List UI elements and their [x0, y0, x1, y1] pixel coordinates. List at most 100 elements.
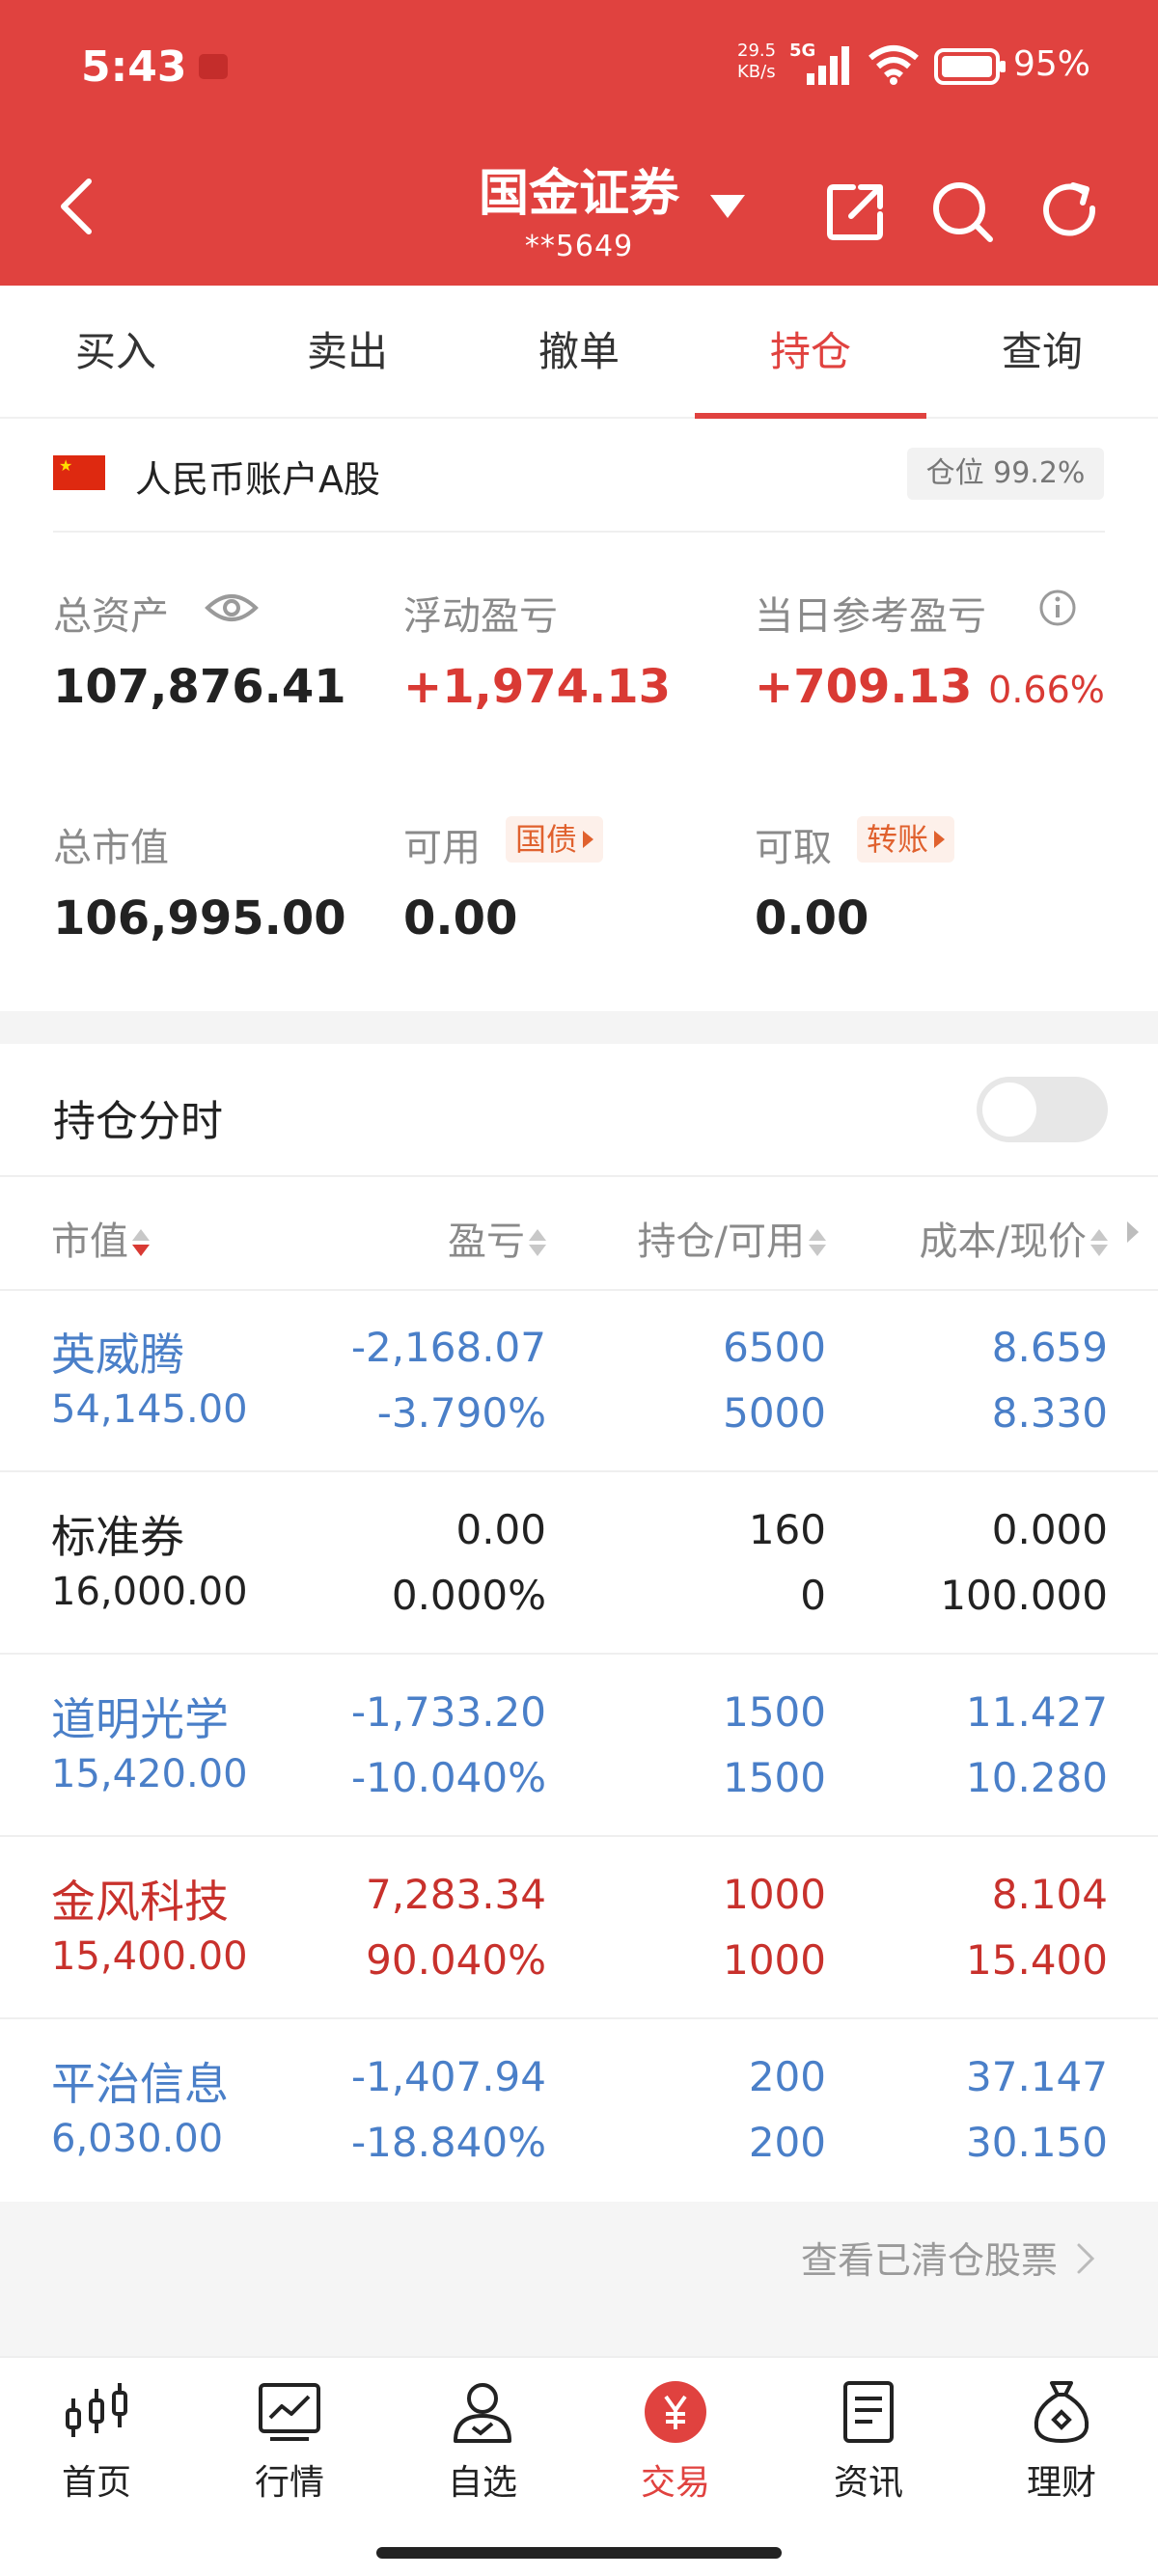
share-icon[interactable]	[824, 179, 888, 243]
stock-cost: 8.659	[991, 1324, 1108, 1371]
floating-pl-value: +1,974.13	[403, 660, 672, 714]
account-name[interactable]: 人民币账户A股	[135, 450, 380, 503]
tab-query[interactable]: 查询	[926, 286, 1158, 419]
daily-pl-label: 当日参考盈亏	[755, 594, 986, 639]
battery-level: 95%	[1013, 44, 1091, 84]
stock-pl-percent: -3.790%	[376, 1389, 546, 1437]
nav-home[interactable]: 首页	[0, 2358, 193, 2576]
user-check-icon	[454, 2383, 511, 2443]
nav-wealth[interactable]: 理财	[965, 2358, 1158, 2576]
position-timeshare-label: 持仓分时	[53, 1097, 223, 1146]
nav-watchlist[interactable]: 自选	[386, 2358, 579, 2576]
refresh-icon[interactable]	[1038, 179, 1102, 243]
info-icon[interactable]	[1038, 589, 1077, 627]
active-tab-indicator	[695, 413, 926, 419]
market-value-label: 总市值	[53, 826, 169, 870]
play-icon	[934, 831, 946, 848]
stock-name: 英威腾	[51, 1329, 184, 1381]
stock-price: 30.150	[966, 2119, 1108, 2166]
nav-market[interactable]: 行情	[193, 2358, 386, 2576]
stock-cost: 8.104	[991, 1871, 1108, 1918]
status-time: 5:43	[81, 42, 187, 92]
table-row[interactable]: 英威腾 54,145.00 -2,168.07 -3.790% 6500 500…	[0, 1291, 1158, 1472]
stock-available: 1000	[723, 1936, 826, 1984]
daily-pl-amount: +709.13	[755, 660, 973, 714]
table-row[interactable]: 道明光学 15,420.00 -1,733.20 -10.040% 1500 1…	[0, 1656, 1158, 1837]
stock-pl: -1,407.94	[350, 2053, 546, 2100]
stock-cost: 11.427	[966, 1688, 1108, 1736]
sort-icon	[809, 1225, 826, 1260]
nav-trade[interactable]: 交易	[579, 2358, 772, 2576]
withdrawable-label: 可取	[755, 826, 832, 870]
tab-cancel[interactable]: 撤单	[463, 286, 695, 419]
transfer-button[interactable]: 转账	[857, 816, 955, 863]
withdrawable-value: 0.00	[755, 891, 869, 945]
caret-down-icon[interactable]	[710, 195, 745, 218]
stock-market-value: 54,145.00	[51, 1387, 248, 1432]
net-speed: 29.5 KB/s	[737, 41, 776, 83]
home-indicator[interactable]	[376, 2547, 782, 2559]
net-speed-value: 29.5	[737, 41, 777, 61]
table-row[interactable]: 标准券 16,000.00 0.00 0.000% 160 0 0.000 10…	[0, 1473, 1158, 1655]
stock-quantity: 1000	[723, 1871, 826, 1918]
col-header-label: 持仓/可用	[637, 1219, 805, 1264]
section-gap	[0, 1011, 1158, 1044]
total-assets-label: 总资产	[53, 594, 169, 639]
news-icon	[843, 2381, 894, 2443]
stock-quantity: 200	[748, 2053, 826, 2100]
account-number: **5649	[524, 230, 634, 263]
stock-market-value: 15,400.00	[51, 1934, 248, 1979]
stock-market-value: 6,030.00	[51, 2117, 224, 2161]
position-timeshare-toggle[interactable]	[977, 1077, 1108, 1142]
floating-pl-label: 浮动盈亏	[403, 594, 558, 639]
net-speed-unit: KB/s	[737, 62, 776, 82]
nav-news[interactable]: 资讯	[772, 2358, 965, 2576]
back-icon[interactable]	[56, 178, 98, 235]
sort-icon	[132, 1225, 150, 1260]
section-gap	[0, 2308, 1158, 2356]
nav-label: 交易	[640, 2463, 710, 2503]
tab-buy[interactable]: 买入	[0, 286, 232, 419]
stock-price: 10.280	[966, 1754, 1108, 1801]
col-header-label: 市值	[51, 1219, 128, 1264]
stock-pl: -2,168.07	[350, 1324, 546, 1371]
eye-icon[interactable]	[205, 590, 259, 625]
stock-name: 金风科技	[51, 1876, 229, 1928]
chart-icon	[259, 2383, 320, 2441]
trade-tabs: 买入 卖出 撤单 持仓 查询	[0, 286, 1158, 419]
money-bag-icon	[1034, 2381, 1089, 2444]
stock-pl: -1,733.20	[350, 1688, 546, 1736]
table-row[interactable]: 金风科技 15,400.00 7,283.34 90.040% 1000 100…	[0, 1838, 1158, 2019]
market-value: 106,995.00	[53, 891, 346, 945]
stock-pl-percent: 90.040%	[366, 1936, 546, 1984]
tab-sell[interactable]: 卖出	[232, 286, 463, 419]
nav-label: 行情	[254, 2463, 324, 2503]
stock-price: 15.400	[966, 1936, 1108, 1984]
stock-market-value: 16,000.00	[51, 1570, 248, 1614]
stock-quantity: 6500	[723, 1324, 826, 1371]
daily-pl-percent: 0.66%	[988, 669, 1105, 711]
col-header-cost[interactable]: 成本/现价	[920, 1210, 1108, 1266]
position-ratio-badge: 仓位 99.2%	[907, 448, 1104, 500]
col-header-label: 盈亏	[448, 1219, 525, 1264]
nav-label: 理财	[1026, 2463, 1096, 2503]
stock-price: 100.000	[940, 1572, 1108, 1619]
tab-positions[interactable]: 持仓	[695, 286, 926, 419]
china-flag-icon: ★	[53, 455, 105, 490]
app-header: 5:43 29.5 KB/s 5G 95% 国金证券 **5649	[0, 0, 1158, 286]
col-header-qty[interactable]: 持仓/可用	[638, 1210, 826, 1266]
sort-icon	[529, 1225, 546, 1260]
table-row[interactable]: 平治信息 6,030.00 -1,407.94 -18.840% 200 200…	[0, 2020, 1158, 2202]
stock-market-value: 15,420.00	[51, 1752, 248, 1796]
stock-available: 0	[800, 1572, 826, 1619]
stock-available: 200	[748, 2119, 826, 2166]
col-header-market-value[interactable]: 市值	[51, 1210, 150, 1266]
scroll-right-icon[interactable]	[1127, 1221, 1139, 1243]
treasury-button[interactable]: 国债	[506, 816, 604, 863]
stock-price: 8.330	[991, 1389, 1108, 1437]
wifi-icon	[868, 45, 919, 85]
col-header-pl[interactable]: 盈亏	[448, 1210, 546, 1266]
stock-available: 1500	[723, 1754, 826, 1801]
search-icon[interactable]	[930, 179, 994, 243]
cleared-stocks-link[interactable]: 查看已清仓股票	[0, 2202, 1158, 2308]
